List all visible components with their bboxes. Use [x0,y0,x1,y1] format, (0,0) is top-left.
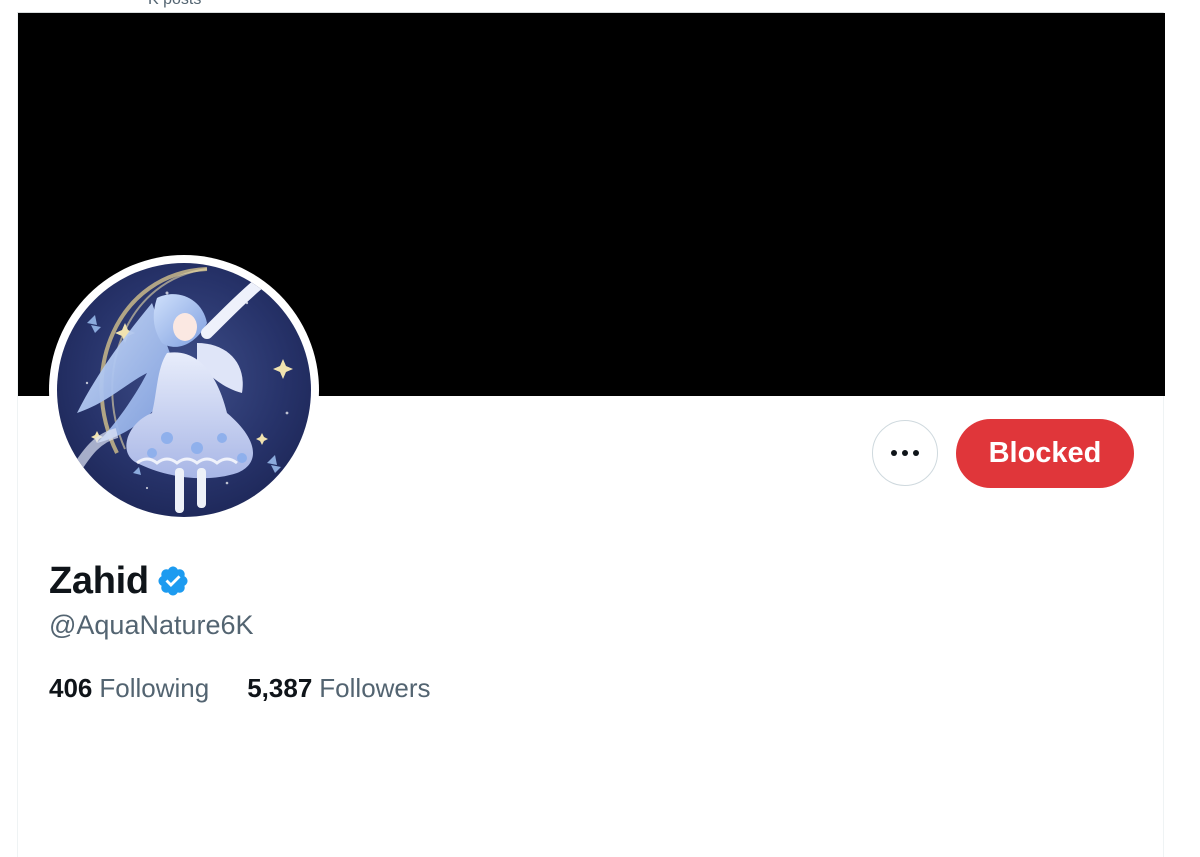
following-count: 406 [49,673,93,703]
display-name-row: Zahid [49,558,190,604]
post-count-text: K posts [148,0,201,9]
followers-label: Followers [319,673,431,703]
avatar[interactable] [57,263,311,517]
display-name: Zahid [49,559,149,602]
verified-badge-icon[interactable] [156,564,190,598]
followers-link[interactable]: 5,387 Followers [247,673,430,704]
following-label: Following [99,673,210,703]
anime-girl-avatar-image [57,263,311,517]
follow-stats: 406 Following 5,387 Followers [49,673,469,704]
profile-page: K posts [0,0,1200,857]
blocked-button[interactable]: Blocked [956,419,1134,488]
user-handle: @AquaNature6K [49,610,254,640]
more-options-button[interactable] [872,420,938,486]
avatar-border [49,255,319,525]
following-link[interactable]: 406 Following [49,673,209,704]
followers-count: 5,387 [247,673,313,703]
ellipsis-icon [889,450,922,456]
